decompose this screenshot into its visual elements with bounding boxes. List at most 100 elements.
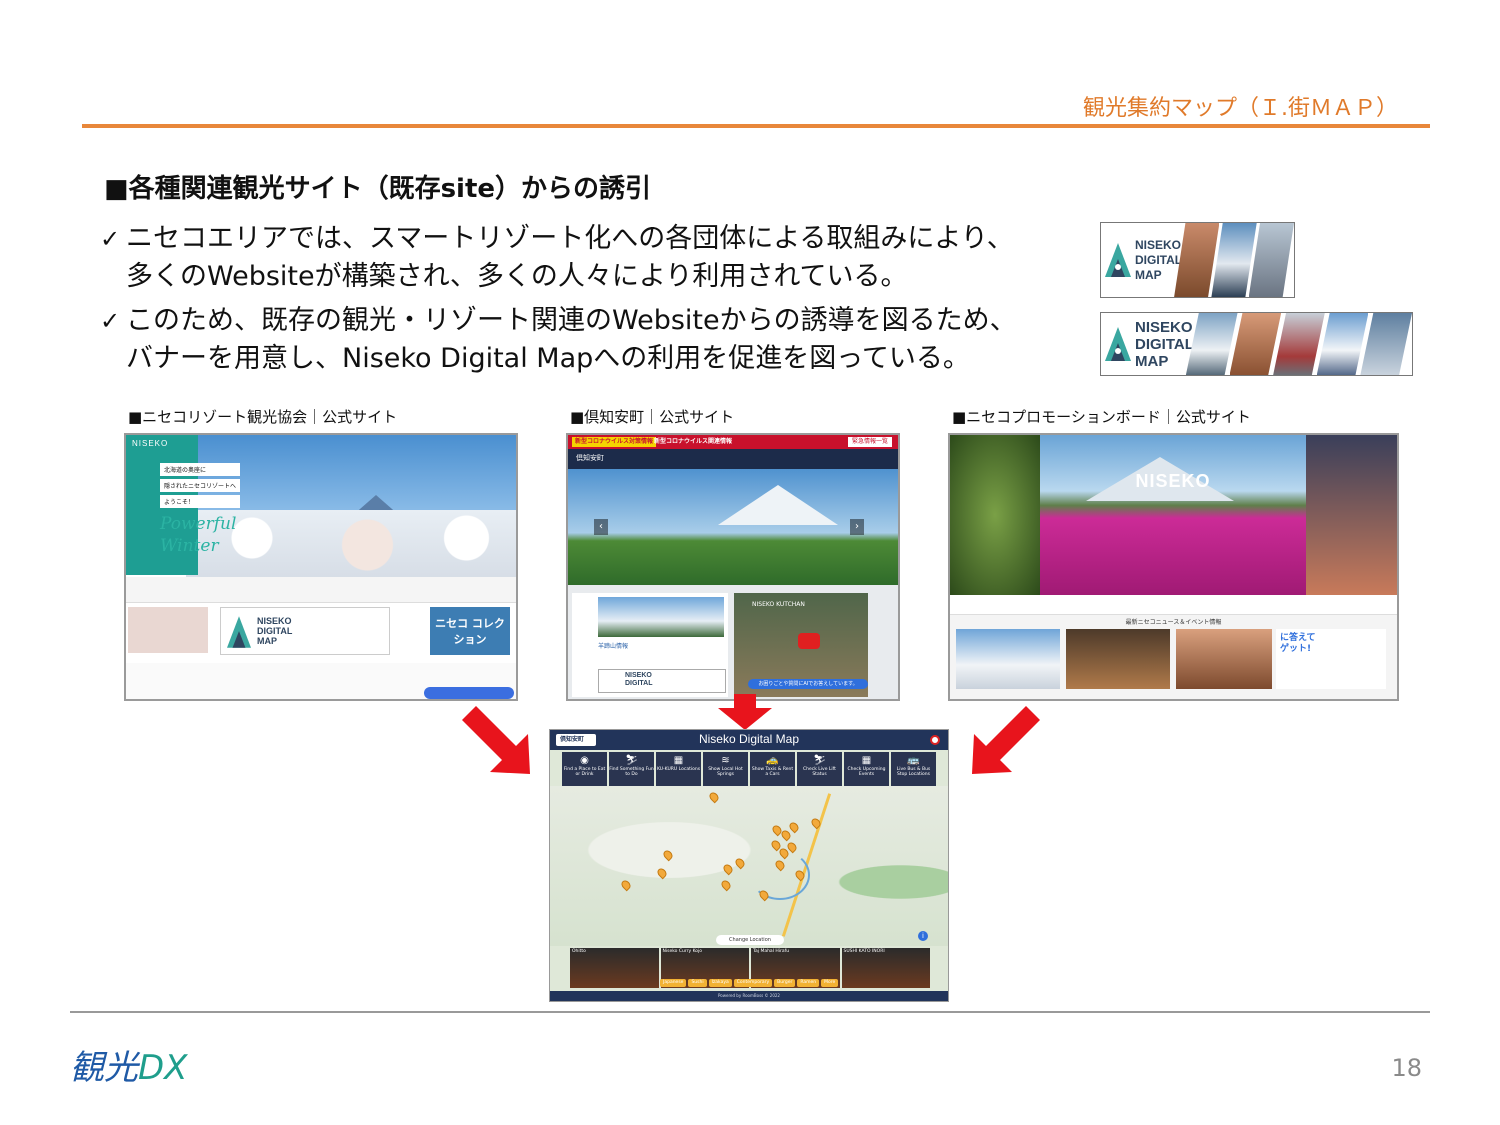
bullet-text-line: 多くのWebsiteが構築され、多くの人々により利用されている。 [126,261,908,292]
cuisine-tag[interactable]: Ramen [797,979,820,987]
map-button-hot-springs[interactable]: ≋ Show Local Hot Springs [703,752,748,786]
page-section-title: 観光集約マップ（Ｉ.街ＭＡＰ） [1083,96,1398,121]
slider-card [128,607,208,653]
restaurant-card[interactable]: Ohitto [570,948,659,988]
map-button-events[interactable]: ▦ Check Upcoming Events [844,752,889,786]
map-button-fun[interactable]: ⛷ Find Something Fun to Do [609,752,654,786]
banner-slider: NISEKO DIGITAL MAP ニセコ コレクション [126,607,516,657]
play-icon [798,633,820,649]
news-thumbnail [1176,629,1272,689]
chevron-left-icon: ‹ [594,519,608,535]
ku-kuru-icon: ▦ [673,755,684,766]
niseko-digital-map-banner-wide[interactable]: NISEKO DIGITAL MAP [1100,312,1413,376]
map-footer: Powered by RoomBoss © 2022 [550,991,948,1001]
map-button-eat-drink[interactable]: ◉ Find a Place to Eat or Drink [562,752,607,786]
language-flag-icon [930,735,940,745]
banner-photo [1316,313,1369,375]
map-pin-logo-icon [1105,243,1131,277]
banner-photo-strip [1185,313,1412,375]
banner-photo [1185,313,1238,375]
site-nav-bar: 倶知安町 [568,449,898,469]
map-button-lift-status[interactable]: ⛷ Check Live Lift Status [797,752,842,786]
cuisine-tag[interactable]: Izakaya [708,979,732,987]
change-location-input[interactable]: Change Location [716,935,784,945]
hero-tag: ようこそ！ [160,495,241,508]
header-divider [82,124,1430,128]
banner-photo [1211,223,1257,297]
map-button-ku-kuru[interactable]: ▦ KU-KURU Locations [656,752,701,786]
site-caption: ■ニセコプロモーションボード｜公式サイト [952,408,1251,426]
cuisine-tag[interactable]: Sushi [688,979,707,987]
niseko-digital-map-screenshot: 倶知安町 Niseko Digital Map ◉ Find a Place to… [549,729,949,1002]
restaurant-icon: ◉ [580,755,589,766]
chat-bar: お困りごとや質問にAIでお答えしています。 [748,679,868,689]
site-screenshot-niseko-promotion: NISEKO 最新ニセコニュース＆イベント情報 に答えて ゲット! [948,433,1399,701]
map-button-taxis[interactable]: 🚕 Show Taxis & Rent a Cars [750,752,795,786]
cuisine-filter-tags: Japanese Sushi Izakaya Contemporary Burg… [660,979,839,987]
site-caption: ■倶知安町｜公式サイト [570,408,735,426]
slider-card-digital-map: NISEKO DIGITAL MAP [220,607,390,655]
arrow-down-left-icon [972,706,1040,774]
cuisine-tag[interactable]: Contemporary [733,979,773,987]
bullet-text-line: バナーを用意し、Niseko Digital Mapへの利用を促進を図っている。 [126,343,970,374]
banner-logo: NISEKO DIGITAL MAP [1101,223,1182,297]
video-title: NISEKO KUTCHAN [752,601,805,608]
cuisine-tag[interactable]: Japanese [660,979,687,987]
banner-photo-strip [1174,223,1294,297]
digital-map-banner: NISEKO DIGITAL [598,669,726,693]
card-title: 羊蹄山情報 [598,643,629,650]
map-pin-logo-icon [1105,327,1131,361]
map-header: 倶知安町 Niseko Digital Map [550,730,948,750]
news-thumbnail [956,629,1060,689]
page-number: 18 [1391,1054,1422,1082]
covid-link: 新型コロナウイルス関連情報 [654,438,733,445]
news-section: 最新ニセコニュース＆イベント情報 に答えて ゲット! [950,615,1397,699]
chat-bar [424,687,514,699]
site-logo: 倶知安町 [576,454,604,462]
cuisine-tag[interactable]: More [821,979,839,987]
hero-script-text: Powerful Winter [160,514,237,556]
news-thumbnail [1066,629,1170,689]
map-terrain [550,786,948,946]
map-pin-logo-icon [227,616,251,648]
mountain-image [718,485,838,525]
check-icon: ✓ [100,307,121,335]
bullet-text-line: このため、既存の観光・リゾート関連のWebsiteからの誘導を図るため、 [126,305,1017,336]
banner-photo [1248,223,1294,297]
hot-spring-icon: ≋ [721,755,730,766]
info-card: 羊蹄山情報 NISEKO DIGITAL [572,593,728,697]
niseko-digital-map-banner-small[interactable]: NISEKO DIGITAL MAP [1100,222,1295,298]
chevron-right-icon: › [850,519,864,535]
news-ad: に答えて ゲット! [1276,629,1386,689]
restaurant-card[interactable]: SUSHI KATO INORI [841,948,930,988]
site-nav-bar [950,595,1397,615]
map-category-buttons: ◉ Find a Place to Eat or Drink ⛷ Find Some… [562,752,936,786]
banner-photo [1229,313,1282,375]
map-button-bus[interactable]: 🚌 Live Bus & Bus Stop Locations [891,752,936,786]
banner-photo [1360,313,1412,375]
bullet-item: ✓ このため、既存の観光・リゾート関連のWebsiteからの誘導を図るため、 バ… [100,302,1090,378]
hero-tag: 隠されたニセコリゾートへ [160,479,241,492]
emergency-list-button: 緊急情報一覧 [847,437,892,447]
cuisine-tag[interactable]: Burger [774,979,796,987]
bullet-text-line: ニセコエリアでは、スマートリゾート化への各団体による取組みにより、 [126,223,1014,254]
arrow-down-icon [718,694,772,730]
news-heading: 最新ニセコニュース＆イベント情報 [1125,619,1222,626]
kanko-dx-logo: 観光DX [70,1048,188,1088]
bus-icon: 🚌 [907,755,920,766]
footer-divider [70,1011,1430,1013]
info-icon[interactable]: i [918,931,928,941]
bullet-list: ✓ ニセコエリアでは、スマートリゾート化への各団体による取組みにより、 多くのW… [100,220,1090,384]
calendar-icon: ▦ [861,755,872,766]
hero-image: NISEKO [1040,435,1306,595]
slider-card-collection: ニセコ コレクション [430,607,510,655]
bullet-item: ✓ ニセコエリアでは、スマートリゾート化への各団体による取組みにより、 多くのW… [100,220,1090,296]
arrow-down-right-icon [462,706,530,774]
activity-icon: ⛷ [625,755,638,766]
hero-title: NISEKO [1135,471,1211,491]
site-screenshot-kutchan: 新型コロナウイルス対策情報 新型コロナウイルス関連情報 緊急情報一覧 倶知安町 … [566,433,900,701]
fern-image [950,435,1040,595]
hero-tag: 北海道の奥座に [160,463,241,476]
banner-logo: NISEKO DIGITAL MAP [1101,313,1194,375]
site-brand: NISEKO [132,439,169,448]
